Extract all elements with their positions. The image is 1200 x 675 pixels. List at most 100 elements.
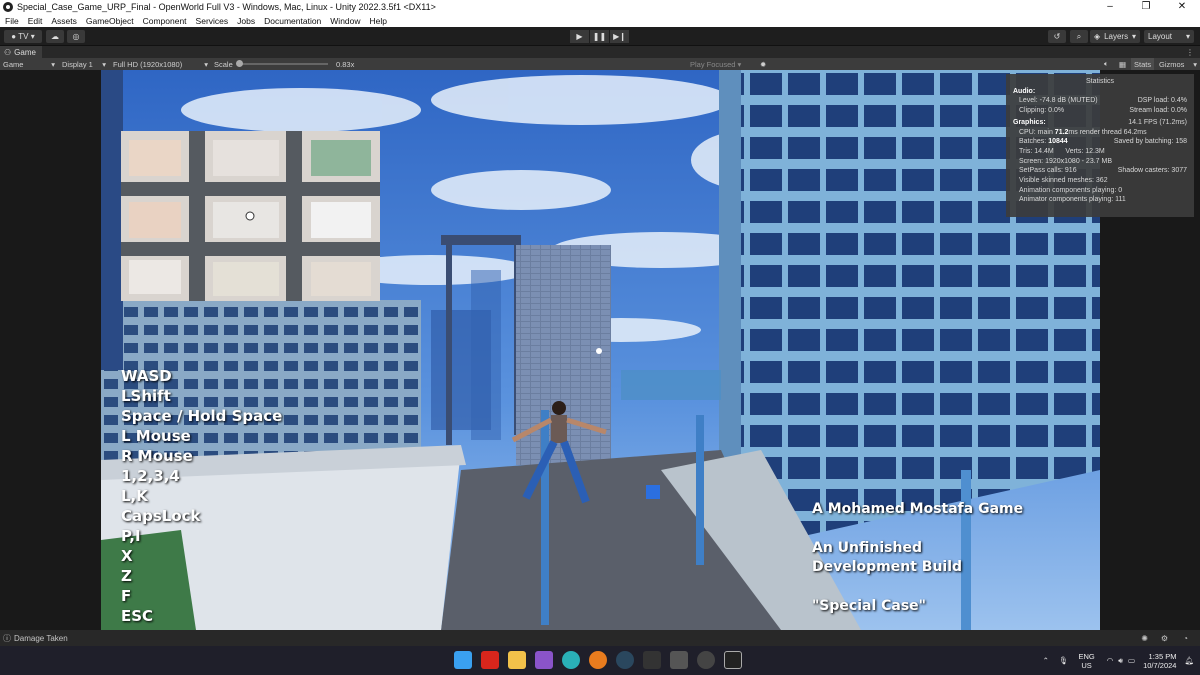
file-explorer-icon[interactable] xyxy=(508,651,526,669)
display-label: Display 1 xyxy=(62,59,93,69)
unity-logo-icon xyxy=(3,2,13,12)
history-button[interactable]: ↺ xyxy=(1048,30,1066,43)
play-focused-dropdown[interactable]: Play Focused ▾ xyxy=(690,58,741,70)
network-icon[interactable]: ⚙ xyxy=(1161,634,1168,643)
chevron-down-icon: ▾ xyxy=(51,59,55,69)
menu-services[interactable]: Services xyxy=(196,16,229,26)
menu-edit[interactable]: Edit xyxy=(28,16,43,26)
layers-label: Layers xyxy=(1104,32,1129,41)
windows-start-icon[interactable] xyxy=(454,651,472,669)
credit-title: "Special Case" xyxy=(812,597,926,614)
stats-grid-button[interactable]: ▦ xyxy=(1119,58,1126,70)
battery-icon[interactable]: ▭ xyxy=(1128,656,1135,665)
layout-dropdown[interactable]: Layout ▾ xyxy=(1144,30,1194,43)
game-tab-row: ⚇ Game ⋮ xyxy=(0,46,1200,58)
visual-studio-icon[interactable] xyxy=(535,651,553,669)
menu-gameobject[interactable]: GameObject xyxy=(86,16,134,26)
progress-icon[interactable]: ◔ xyxy=(1183,634,1188,643)
system-tray: ⌃ 🎙︎ ENG US ◠ 🔊︎ ▭ 1:35 PM 10/7/2024 🔔︎ xyxy=(1043,646,1200,675)
minimap xyxy=(121,131,380,301)
stats-animation-components: Animation components playing: 0 xyxy=(1019,186,1123,194)
settings-button[interactable]: ✹ xyxy=(760,58,766,70)
menu-component[interactable]: Component xyxy=(143,16,187,26)
acrobat-icon[interactable] xyxy=(481,651,499,669)
microphone-icon[interactable]: 🎙︎ xyxy=(1059,656,1069,665)
status-message[interactable]: Damage Taken xyxy=(14,634,68,643)
menu-assets[interactable]: Assets xyxy=(51,16,77,26)
control-hint: CapsLock xyxy=(121,507,201,525)
stats-setpass: SetPass calls: 916 xyxy=(1019,167,1077,175)
control-hint: L Mouse xyxy=(121,427,191,445)
account-icon: ● xyxy=(11,32,19,41)
statistics-panel: Statistics Audio: Level: -74.8 dB (MUTED… xyxy=(1006,74,1194,217)
clock[interactable]: 1:35 PM 10/7/2024 xyxy=(1143,652,1176,670)
control-hint: Space / Hold Space xyxy=(121,407,283,425)
audio-mute-button[interactable]: 🔈︎ xyxy=(1104,58,1109,70)
collab-button[interactable]: ◎ xyxy=(67,30,85,43)
chevron-down-icon: ▾ xyxy=(735,59,742,69)
gizmos-dropdown[interactable]: Gizmos ▾ xyxy=(1159,58,1197,70)
maximize-button[interactable]: ❐ xyxy=(1128,0,1164,14)
menu-documentation[interactable]: Documentation xyxy=(264,16,321,26)
notification-icon[interactable]: 🔔︎ xyxy=(1184,656,1194,665)
stats-graphics-header: Graphics: xyxy=(1013,118,1046,126)
stats-toggle[interactable]: Stats xyxy=(1131,58,1155,70)
scale-value: 0.83x xyxy=(336,59,355,69)
minimize-button[interactable]: – xyxy=(1092,0,1128,14)
play-button[interactable]: ▶ xyxy=(570,30,589,43)
window-title: Special_Case_Game_URP_Final - OpenWorld … xyxy=(17,2,436,12)
stats-dsp-load: DSP load: 0.4% xyxy=(1137,97,1187,105)
stats-title: Statistics xyxy=(1085,78,1114,85)
scale-slider[interactable] xyxy=(236,58,328,70)
tab-menu-icon[interactable]: ⋮ xyxy=(1186,48,1194,57)
scale-label: Scale xyxy=(214,59,233,69)
control-hint: Z xyxy=(121,567,132,585)
tab-game[interactable]: ⚇ Game xyxy=(0,46,42,58)
speaker-icon[interactable]: 🔊︎ xyxy=(1118,656,1123,666)
layout-label: Layout xyxy=(1148,32,1173,41)
credit-author: A Mohamed Mostafa Game xyxy=(812,501,1024,517)
stats-batches-prefix: Batches: xyxy=(1019,138,1047,146)
info-icon: ⓘ xyxy=(3,633,11,643)
clock-date: 10/7/2024 xyxy=(1143,660,1177,670)
step-button[interactable]: ▶❙ xyxy=(610,30,629,43)
stats-audio-level: Level: -74.8 dB (MUTED) xyxy=(1019,97,1098,105)
chevron-up-icon[interactable]: ⌃ xyxy=(1043,656,1049,665)
steam-icon[interactable] xyxy=(616,651,634,669)
chevron-down-icon: ▾ xyxy=(1131,32,1136,41)
menu-help[interactable]: Help xyxy=(370,16,387,26)
control-hint: ESC xyxy=(121,607,154,625)
layers-dropdown[interactable]: ◈ Layers ▾ xyxy=(1090,30,1140,43)
menu-jobs[interactable]: Jobs xyxy=(237,16,255,26)
scale-slider-handle[interactable] xyxy=(236,60,243,67)
close-button[interactable]: ✕ xyxy=(1164,0,1200,14)
wifi-icon[interactable]: ◠ xyxy=(1107,656,1114,665)
menu-file[interactable]: File xyxy=(5,16,19,26)
stats-animator-components: Animator components playing: 111 xyxy=(1019,196,1126,204)
step-icon: ▶❙ xyxy=(610,30,629,43)
control-hint: X xyxy=(121,547,133,565)
pause-button[interactable]: ❚❚ xyxy=(590,30,609,43)
bug-icon[interactable]: ✺ xyxy=(1141,634,1148,643)
game-view[interactable]: WASD LShift Space / Hold Space L Mouse R… xyxy=(101,70,1100,630)
search-button[interactable]: ⌕ xyxy=(1070,30,1088,43)
resolution-dropdown[interactable]: Full HD (1920x1080) ▾ xyxy=(113,58,208,70)
stats-tris: Tris: 14.4M xyxy=(1019,147,1054,155)
cloud-button[interactable]: ☁ xyxy=(46,30,64,43)
menu-window[interactable]: Window xyxy=(330,16,360,26)
game-mode-dropdown[interactable]: Game ▾ xyxy=(3,58,55,70)
account-dropdown[interactable]: ● TV ▾ xyxy=(4,30,42,43)
display-dropdown[interactable]: Display 1 ▾ xyxy=(62,58,106,70)
control-hint: 1,2,3,4 xyxy=(121,467,180,485)
blender-icon[interactable] xyxy=(589,651,607,669)
unity-editor-icon[interactable] xyxy=(724,651,742,669)
stats-cpu-suffix: ms render thread 64.2ms xyxy=(1068,128,1147,136)
edge-icon[interactable] xyxy=(562,651,580,669)
unity-hub-icon[interactable] xyxy=(670,651,688,669)
chevron-down-icon: ▾ xyxy=(1185,32,1190,41)
chrome-icon[interactable] xyxy=(697,651,715,669)
gizmos-label: Gizmos xyxy=(1159,59,1185,69)
epic-games-icon[interactable] xyxy=(643,651,661,669)
control-hint: R Mouse xyxy=(121,447,193,465)
language-indicator[interactable]: ENG US xyxy=(1078,652,1094,670)
